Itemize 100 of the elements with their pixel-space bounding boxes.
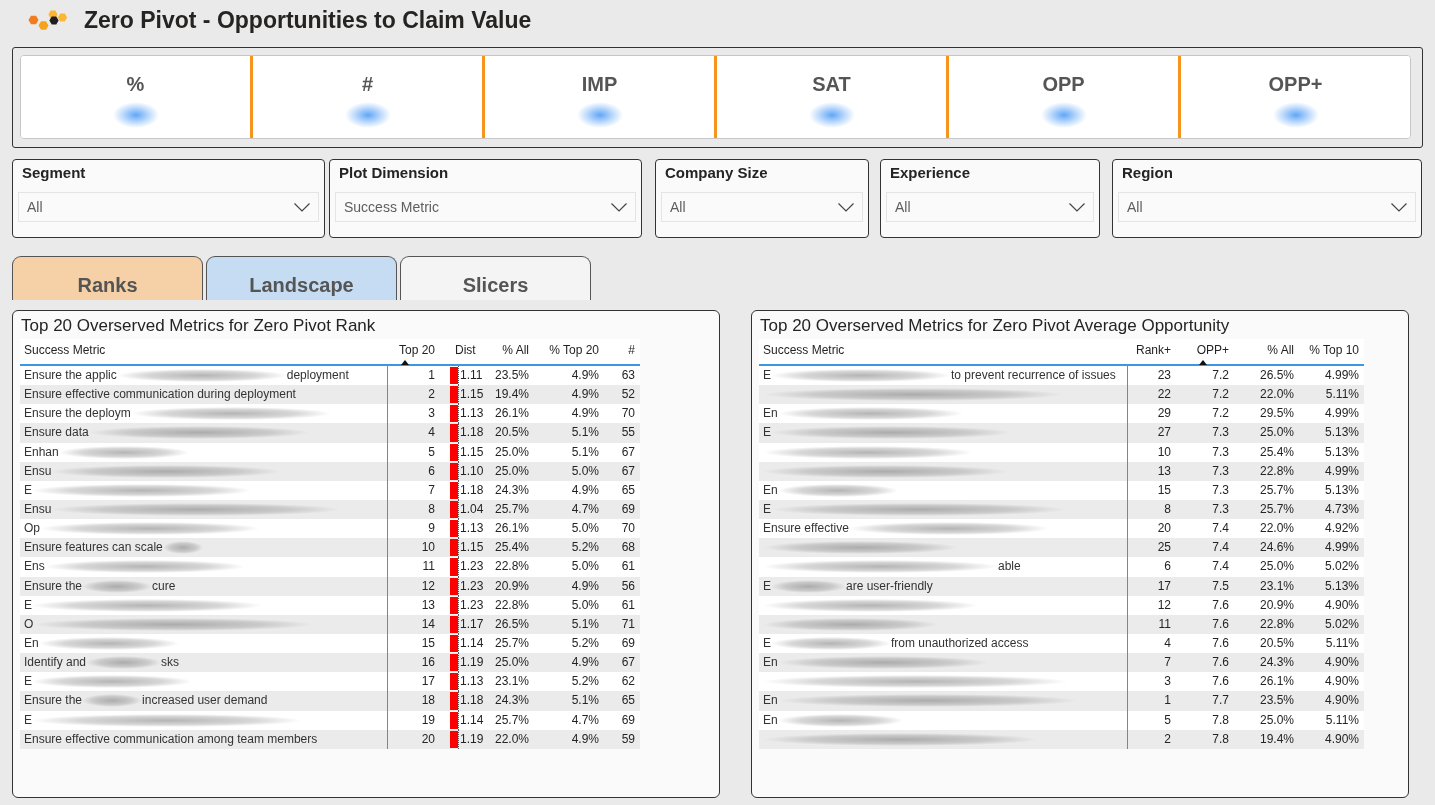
column-header[interactable]: Success Metric <box>759 339 1128 364</box>
table-cell: 4.9% <box>571 578 599 594</box>
table-cell: 7.3 <box>1212 482 1229 498</box>
table-cell-text: 1.19 <box>459 654 484 672</box>
table-cell: 4.9% <box>571 731 599 747</box>
table-cell: 7.4 <box>1212 559 1229 575</box>
table-cell: 5.13% <box>1324 578 1359 594</box>
table-cell: 17 <box>1157 578 1171 594</box>
table-cell: 5.02% <box>1324 559 1359 575</box>
table-cell: 13 <box>1157 463 1171 479</box>
column-header[interactable]: Top 20 <box>388 339 440 364</box>
metric-text: E <box>763 425 771 441</box>
table-cell: 4.9% <box>571 655 599 671</box>
column-header[interactable]: % All <box>492 339 534 364</box>
table-cell: 7 <box>1164 655 1171 671</box>
table-cell: 7.6 <box>1212 636 1229 652</box>
metric-text: Identify and <box>24 655 87 671</box>
metric-text: cure <box>152 578 176 594</box>
table-cell: 24.3% <box>1259 655 1294 671</box>
table-cell: 7.3 <box>1212 425 1229 441</box>
hexagon-logo-icon <box>28 9 68 31</box>
table-cell: 22 <box>1157 387 1171 403</box>
metric-text: Ensure the <box>24 578 83 594</box>
table-cell: 2 <box>428 387 435 403</box>
tab[interactable]: Ranks <box>12 256 203 300</box>
table-cell: 20.9% <box>1259 597 1294 613</box>
table-cell: 24.3% <box>494 482 529 498</box>
table-cell: 22.0% <box>1259 521 1294 537</box>
metric-text: sks <box>161 655 180 671</box>
column-header[interactable]: % Top 10 <box>1299 339 1364 364</box>
column-header[interactable]: % Top 20 <box>534 339 604 364</box>
column-header[interactable]: Success Metric <box>20 339 388 364</box>
table-cell: 5.1% <box>571 693 599 709</box>
metric-text: Ensu <box>24 502 52 518</box>
chevron-down-icon <box>611 202 627 212</box>
dropdown-field[interactable]: All <box>886 192 1094 222</box>
table-cell: 22.0% <box>1259 387 1294 403</box>
table-cell: 68 <box>621 540 635 556</box>
table-cell: 5.1% <box>571 444 599 460</box>
table-cell: 4.90% <box>1324 731 1359 747</box>
table-cell: 5 <box>428 444 435 460</box>
metric-text: Ensure the deploym <box>24 406 131 422</box>
kpi-label: % <box>126 72 145 96</box>
table-cell: 23.5% <box>1259 693 1294 709</box>
table-cell: 25.0% <box>494 463 529 479</box>
table-cell-text: 1.23 <box>459 596 484 614</box>
table-cell: 25.7% <box>494 502 529 518</box>
table-cell-text: 1.13 <box>459 405 484 423</box>
tab[interactable]: Landscape <box>206 256 397 300</box>
table-cell: 69 <box>621 636 635 652</box>
table-cell: 25.7% <box>494 712 529 728</box>
dropdown-field[interactable]: All <box>1118 192 1416 222</box>
column-header[interactable]: Dist <box>440 339 492 364</box>
kpi-label: OPP+ <box>1268 72 1323 96</box>
table-cell: 4.99% <box>1324 463 1359 479</box>
dropdown-field[interactable]: All <box>18 192 319 222</box>
table-cell: 5.1% <box>571 425 599 441</box>
dropdown-field[interactable]: Success Metric <box>335 192 636 222</box>
table-cell: 5.2% <box>571 674 599 690</box>
table-cell: 4.9% <box>571 387 599 403</box>
chevron-down-icon <box>294 202 310 212</box>
metric-text: E <box>24 712 32 728</box>
table-cell-text: 1.04 <box>459 501 484 518</box>
table-cell: 6 <box>1164 559 1171 575</box>
metric-text: deployment <box>286 368 349 384</box>
table-cell: 8 <box>428 502 435 518</box>
table-cell: 70 <box>621 521 635 537</box>
table-cell: 12 <box>421 578 435 594</box>
table-cell: 25.7% <box>1259 482 1294 498</box>
table-cell: 7.3 <box>1212 463 1229 479</box>
table-cell: 4.9% <box>571 406 599 422</box>
table-cell: 1 <box>1164 693 1171 709</box>
table-cell: 23.1% <box>494 674 529 690</box>
column-header[interactable]: Rank+ <box>1128 339 1176 364</box>
table-cell: 12 <box>1157 597 1171 613</box>
table-cell: 62 <box>621 674 635 690</box>
table-cell: 10 <box>1157 444 1171 460</box>
table-cell: 7.6 <box>1212 597 1229 613</box>
table-cell: 61 <box>621 559 635 575</box>
dropdown-field[interactable]: All <box>661 192 863 222</box>
table-cell: 19.4% <box>1259 731 1294 747</box>
tab[interactable]: Slicers <box>400 256 591 300</box>
metric-text: Ensure features can scale <box>24 540 163 556</box>
table-cell: 26.5% <box>1259 368 1294 384</box>
column-header[interactable]: % All <box>1234 339 1299 364</box>
column-header[interactable]: # <box>604 339 640 364</box>
metric-text: En <box>763 406 778 422</box>
filter-label: Segment <box>21 164 86 182</box>
table-cell: 20.5% <box>494 425 529 441</box>
metric-text: Ensure the <box>24 693 83 709</box>
table-cell: 26.5% <box>494 616 529 632</box>
column-header[interactable]: OPP+ <box>1176 339 1234 364</box>
table-cell: 5.0% <box>571 463 599 479</box>
table-cell: 4 <box>428 425 435 441</box>
filter-label: Experience <box>889 164 971 182</box>
table-cell: 4.90% <box>1324 655 1359 671</box>
table-cell: 22.8% <box>494 597 529 613</box>
metric-text: O <box>24 616 34 632</box>
metric-text: Op <box>24 521 40 537</box>
table-cell-text: 1.19 <box>459 730 484 748</box>
